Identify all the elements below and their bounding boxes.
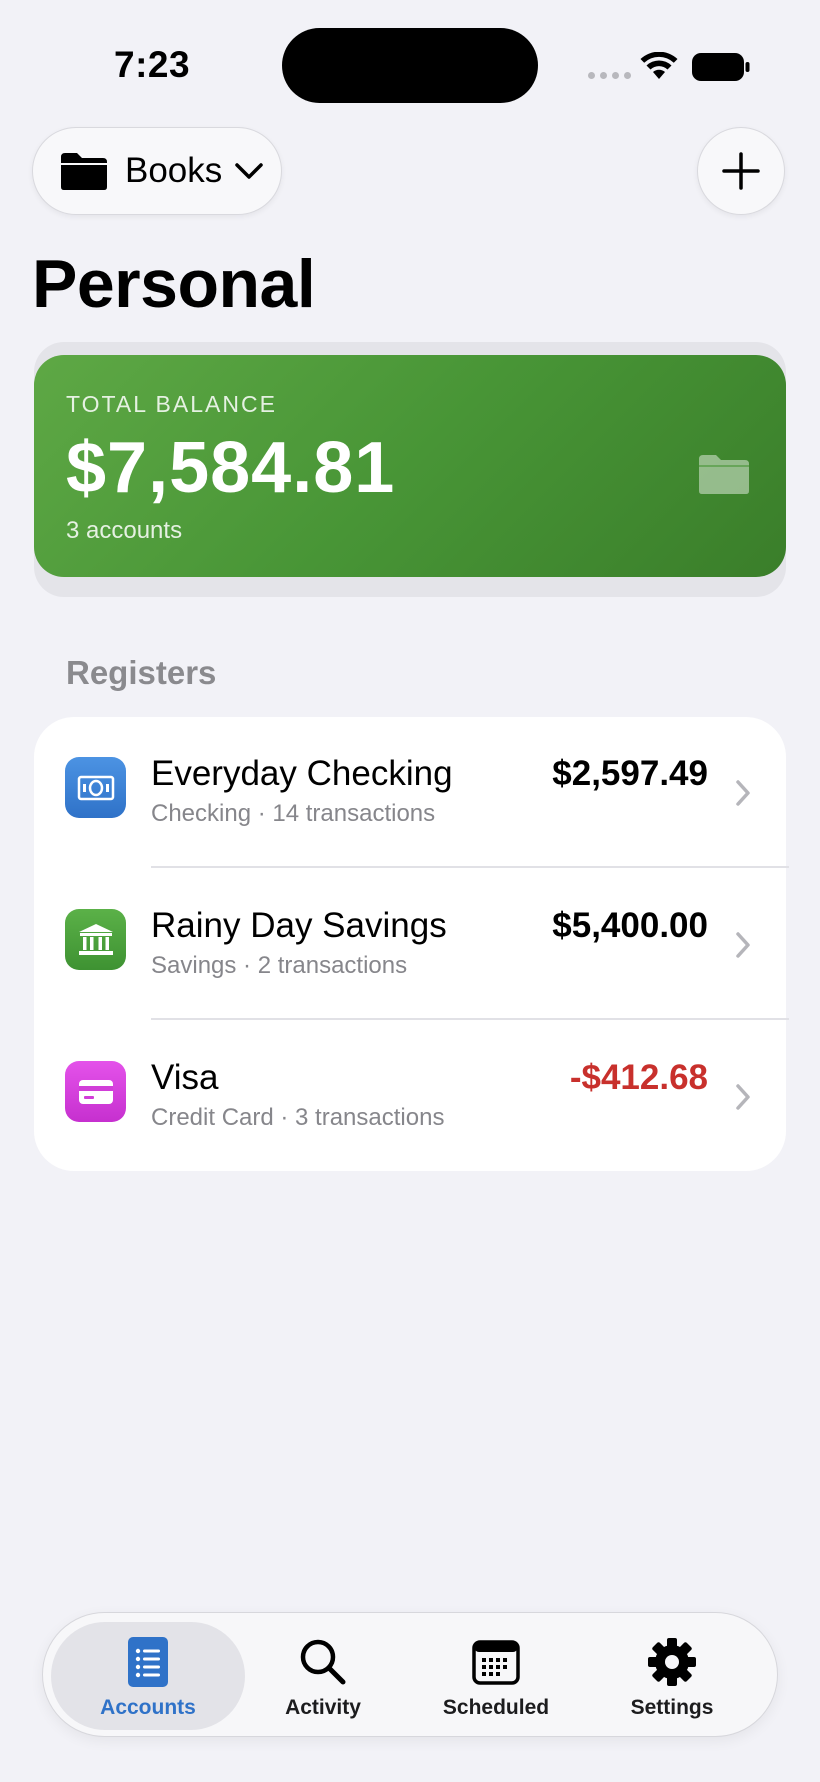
chevron-right-icon	[736, 780, 750, 806]
divider	[151, 866, 789, 868]
wifi-icon	[640, 52, 678, 79]
page-title: Personal	[32, 246, 316, 322]
gear-icon	[648, 1638, 696, 1686]
register-amount: -$412.68	[569, 1058, 708, 1097]
list-item[interactable]: Visa Credit Card · 3 transactions -$412.…	[34, 1021, 786, 1173]
tab-accounts[interactable]: Accounts	[63, 1636, 233, 1720]
add-button[interactable]	[697, 127, 785, 215]
chevron-right-icon	[736, 1084, 750, 1110]
status-time: 7:23	[114, 44, 191, 85]
registers-list: Everyday Checking Checking · 14 transact…	[34, 717, 789, 1173]
register-name: Rainy Day Savings	[151, 906, 447, 945]
balance-card[interactable]: TOTAL BALANCE $7,584.81 3 accounts	[34, 355, 786, 577]
book-selector-button[interactable]: Books	[32, 127, 282, 215]
plus-icon	[722, 152, 760, 190]
bank-building-icon	[65, 909, 126, 970]
account-count: 3 accounts	[66, 517, 183, 544]
register-amount: $5,400.00	[552, 906, 708, 945]
register-name: Everyday Checking	[151, 754, 453, 793]
folder-icon	[699, 455, 749, 494]
list-item[interactable]: Rainy Day Savings Savings · 2 transactio…	[34, 869, 786, 1021]
register-meta: Credit Card · 3 transactions	[151, 1104, 445, 1131]
tab-label: Activity	[285, 1696, 361, 1719]
register-amount: $2,597.49	[552, 754, 708, 793]
cellular-signal-icon	[588, 72, 631, 79]
banknote-icon	[65, 757, 126, 818]
tab-scheduled[interactable]: Scheduled	[411, 1636, 581, 1720]
section-title-registers: Registers	[66, 654, 217, 691]
list-icon	[128, 1637, 168, 1687]
tab-label: Accounts	[100, 1696, 196, 1719]
tab-settings[interactable]: Settings	[587, 1636, 757, 1720]
chevron-down-icon	[235, 163, 264, 179]
credit-card-icon	[65, 1061, 126, 1122]
book-selector-label: Books	[125, 151, 223, 190]
chevron-right-icon	[736, 932, 750, 958]
tab-activity[interactable]: Activity	[238, 1636, 408, 1720]
battery-icon	[692, 53, 750, 81]
register-name: Visa	[151, 1058, 219, 1097]
total-balance-amount: $7,584.81	[66, 428, 396, 508]
folder-icon	[61, 153, 107, 190]
calendar-icon	[472, 1640, 520, 1685]
register-meta: Checking · 14 transactions	[151, 800, 436, 827]
divider	[151, 1018, 789, 1020]
list-item[interactable]: Everyday Checking Checking · 14 transact…	[34, 717, 786, 869]
dynamic-island	[282, 28, 538, 103]
tab-label: Scheduled	[442, 1696, 550, 1719]
register-meta: Savings · 2 transactions	[151, 952, 408, 979]
balance-caption: TOTAL BALANCE	[66, 391, 277, 417]
search-icon	[300, 1639, 346, 1685]
tab-label: Settings	[630, 1696, 714, 1719]
